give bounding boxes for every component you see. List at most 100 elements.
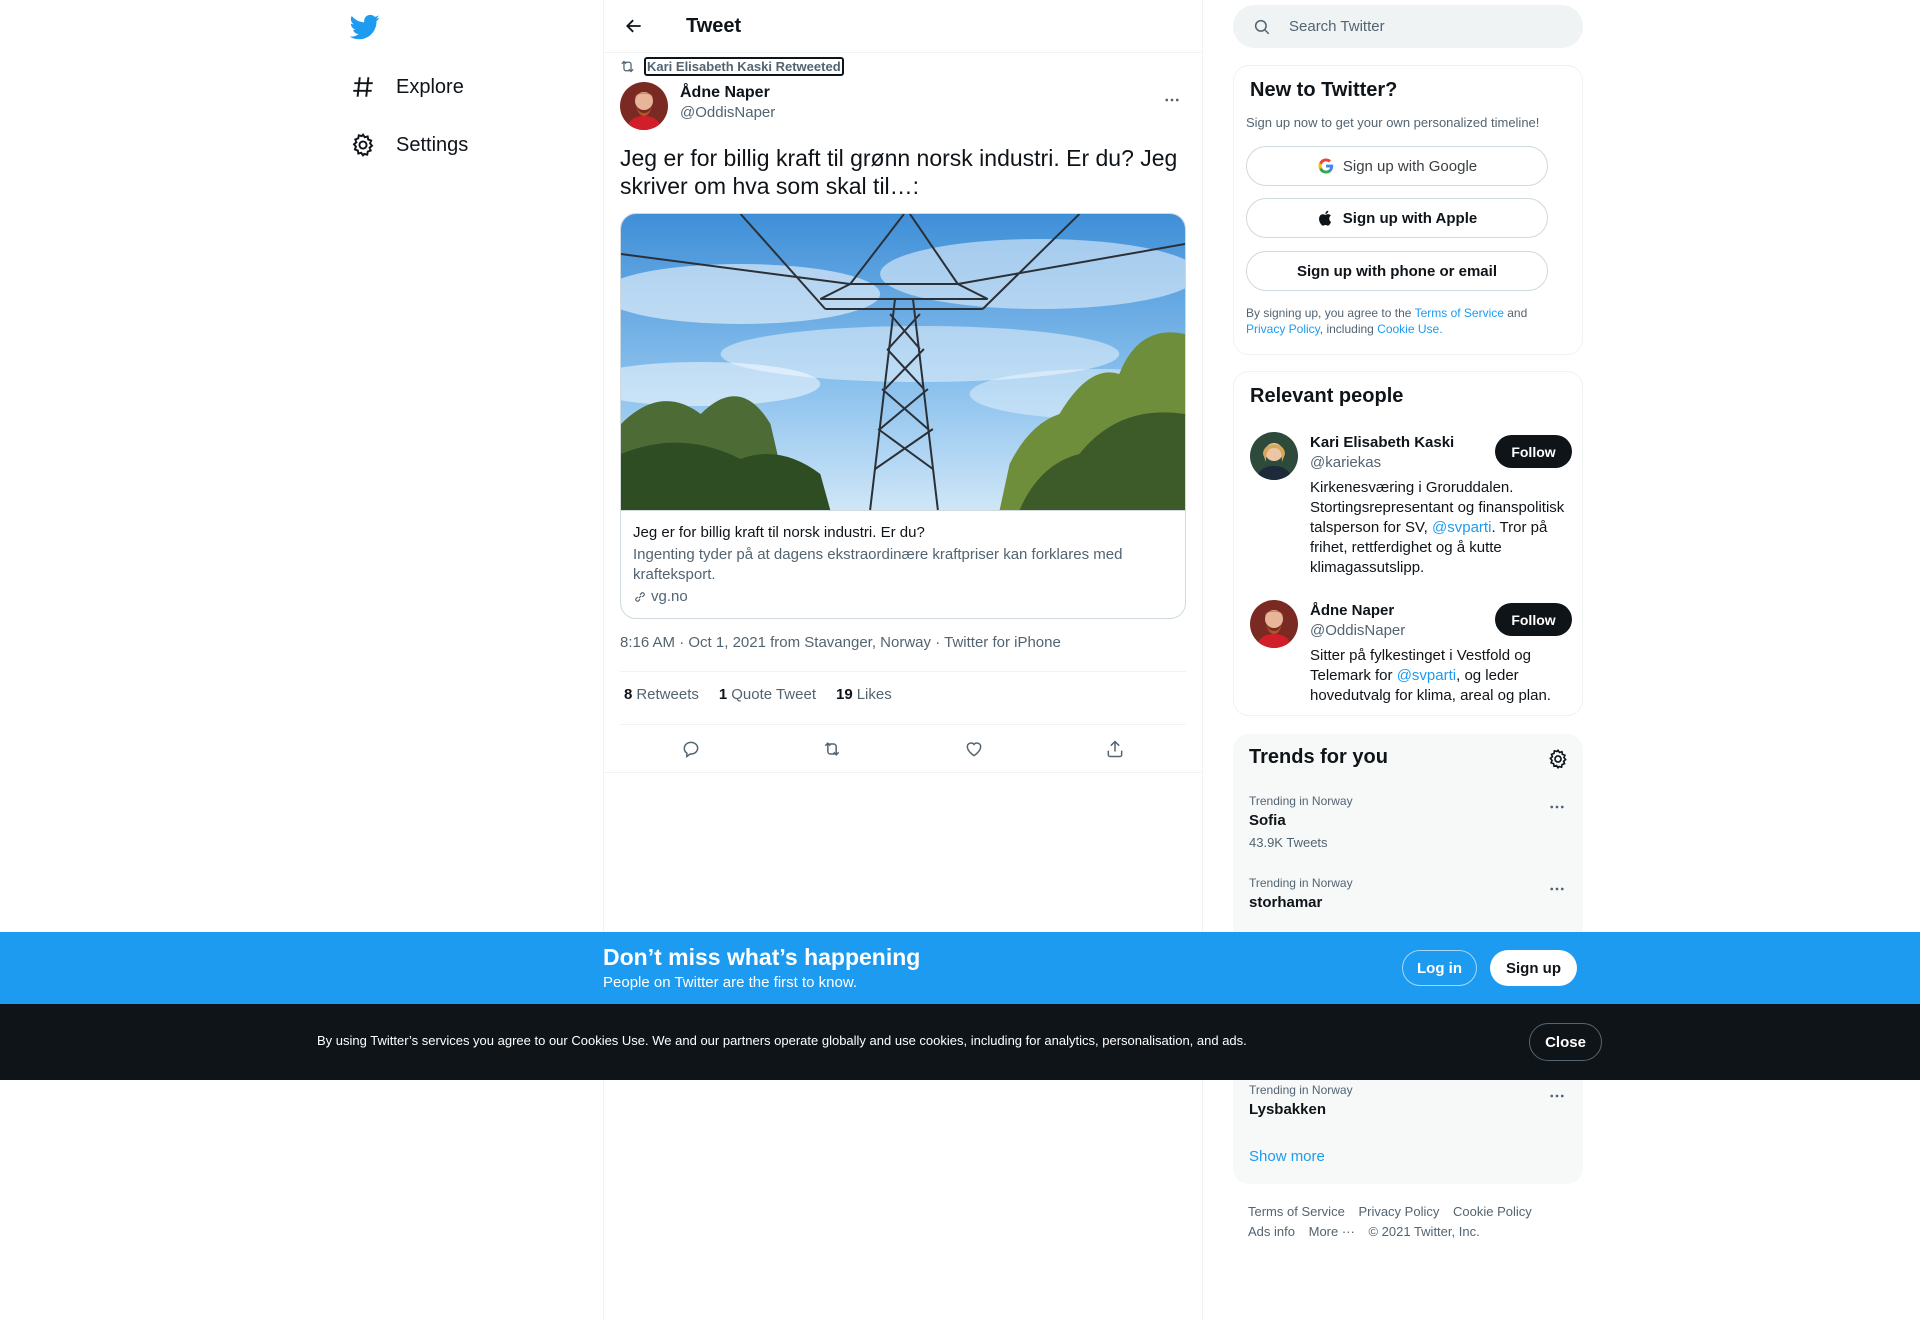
- link-icon: [635, 592, 645, 602]
- tweet-author: Ådne Naper @OddisNaper: [620, 82, 1190, 130]
- follow-button[interactable]: Follow: [1495, 603, 1572, 636]
- card-title: Jeg er for billig kraft til norsk indust…: [633, 524, 925, 541]
- link-card[interactable]: Jeg er for billig kraft til norsk indust…: [620, 213, 1186, 619]
- follow-button[interactable]: Follow: [1495, 435, 1572, 468]
- retweet-icon: [621, 60, 634, 73]
- twitter-logo-icon[interactable]: [349, 12, 380, 42]
- footer-copyright: © 2021 Twitter, Inc.: [1368, 1224, 1480, 1239]
- tweet-source[interactable]: Twitter for iPhone: [944, 634, 1061, 651]
- signup-google-label: Sign up with Google: [1342, 157, 1478, 175]
- cookie-banner-text: By using Twitter’s services you agree to…: [317, 1033, 1247, 1048]
- avatar[interactable]: [1250, 432, 1298, 480]
- likes-stat[interactable]: 19 Likes: [836, 686, 892, 703]
- retweeted-by-link[interactable]: Kari Elisabeth Kaski Retweeted: [644, 57, 844, 76]
- tweet-column: Tweet Kari Elisabeth Kaski Retweeted Ådn…: [603, 0, 1203, 1321]
- page-title: Tweet: [686, 14, 742, 37]
- show-more-link[interactable]: Show more: [1249, 1148, 1325, 1165]
- gear-icon: [1549, 748, 1567, 770]
- trend-context: Trending in Norway: [1249, 1083, 1353, 1097]
- footer-privacy-link[interactable]: Privacy Policy: [1358, 1204, 1439, 1219]
- trend-name: Lysbakken: [1249, 1101, 1326, 1118]
- privacy-link[interactable]: Privacy Policy: [1246, 322, 1320, 336]
- retweets-label: Retweets: [636, 686, 699, 703]
- author-avatar[interactable]: [620, 82, 668, 130]
- trends-title: Trends for you: [1249, 746, 1388, 768]
- signup-apple-button[interactable]: Sign up with Apple: [1246, 198, 1548, 238]
- footer-cookie-link[interactable]: Cookie Policy: [1453, 1204, 1532, 1219]
- likes-label: Likes: [856, 686, 892, 703]
- trend-count: 43.9K Tweets: [1249, 835, 1328, 850]
- legal-text-3: , including: [1319, 322, 1378, 336]
- trend-name: Sofia: [1249, 812, 1286, 829]
- share-button[interactable]: [1097, 731, 1133, 767]
- trend-context: Trending in Norway: [1249, 876, 1353, 890]
- trend-more-button[interactable]: [1545, 879, 1569, 899]
- mention-link[interactable]: @svparti: [1397, 667, 1456, 684]
- more-dots-icon: [1550, 1094, 1564, 1098]
- footer-more-link[interactable]: More ···: [1309, 1224, 1355, 1239]
- search-bar[interactable]: [1233, 5, 1583, 48]
- tweet-location: from Stavanger, Norway: [770, 634, 932, 651]
- quote-tweets-stat[interactable]: 1 Quote Tweet: [719, 686, 816, 703]
- trend-context: Trending in Norway: [1249, 794, 1353, 808]
- gear-icon: [352, 133, 374, 157]
- tweet-more-button[interactable]: [1158, 86, 1186, 114]
- nav-explore[interactable]: Explore: [350, 62, 464, 112]
- reply-button[interactable]: [673, 731, 709, 767]
- like-button[interactable]: [956, 731, 992, 767]
- signup-google-button[interactable]: Sign up with Google: [1246, 146, 1548, 186]
- footer-terms-link[interactable]: Terms of Service: [1248, 1204, 1345, 1219]
- back-button[interactable]: [616, 8, 652, 44]
- author-handle[interactable]: @OddisNaper: [680, 104, 775, 121]
- divider: [620, 724, 1186, 725]
- retweets-stat[interactable]: 8 Retweets: [624, 686, 699, 703]
- trend-item[interactable]: Trending in Norway Sofia 43.9K Tweets: [1249, 793, 1569, 851]
- signup-button[interactable]: Sign up: [1490, 950, 1577, 986]
- search-icon: [1254, 19, 1270, 34]
- google-icon: [1318, 158, 1334, 174]
- arrow-left-icon: [626, 19, 641, 33]
- person-bio: Sitter på fylkestinget i Vestfold og Tel…: [1310, 646, 1568, 706]
- tweet-time[interactable]: 8:16 AM: [620, 634, 675, 651]
- footer-ads-link[interactable]: Ads info: [1248, 1224, 1295, 1239]
- nav-settings[interactable]: Settings: [350, 120, 468, 170]
- trends-settings-button[interactable]: [1547, 748, 1569, 770]
- card-description: Ingenting tyder på at dagens ekstraordin…: [633, 546, 1123, 583]
- signup-banner: Don’t miss what’s happening People on Tw…: [0, 932, 1920, 1004]
- legal-text-2: and: [1503, 306, 1528, 320]
- signup-phone-email-button[interactable]: Sign up with phone or email: [1246, 251, 1548, 291]
- tweet-actions: [620, 733, 1186, 765]
- search-input[interactable]: [1289, 18, 1549, 35]
- cookie-use-link[interactable]: Cookie Use.: [1377, 322, 1442, 336]
- meta-separator: ·: [935, 634, 941, 651]
- relevant-person: Kari Elisabeth Kaski @kariekas Kirkenesv…: [1250, 432, 1572, 582]
- card-domain: vg.no: [633, 587, 1173, 607]
- trend-item[interactable]: Trending in Norway Lysbakken: [1249, 1082, 1569, 1120]
- person-name[interactable]: Ådne Naper: [1310, 602, 1394, 619]
- avatar[interactable]: [1250, 600, 1298, 648]
- person-handle[interactable]: @kariekas: [1310, 454, 1381, 471]
- quotes-count: 1: [718, 686, 728, 703]
- reply-icon: [683, 741, 699, 758]
- new-to-twitter-subtitle: Sign up now to get your own personalized…: [1246, 115, 1540, 130]
- trend-more-button[interactable]: [1545, 1086, 1569, 1106]
- author-name[interactable]: Ådne Naper: [680, 84, 770, 102]
- person-handle[interactable]: @OddisNaper: [1310, 622, 1405, 639]
- trend-item[interactable]: Trending in Norway storhamar: [1249, 875, 1569, 913]
- divider: [604, 772, 1202, 773]
- person-name[interactable]: Kari Elisabeth Kaski: [1310, 434, 1454, 451]
- retweets-count: 8: [624, 686, 633, 703]
- terms-link[interactable]: Terms of Service: [1415, 306, 1504, 320]
- signup-apple-label: Sign up with Apple: [1342, 209, 1478, 227]
- mention-link[interactable]: @svparti: [1432, 519, 1491, 536]
- login-button[interactable]: Log in: [1402, 950, 1477, 986]
- meta-separator: ·: [679, 634, 685, 651]
- nav-settings-label: Settings: [396, 133, 469, 156]
- tweet-date[interactable]: Oct 1, 2021: [688, 634, 766, 651]
- quotes-label: Quote Tweet: [731, 686, 816, 703]
- cookie-close-button[interactable]: Close: [1529, 1023, 1602, 1061]
- signup-phone-label: Sign up with phone or email: [1296, 262, 1497, 280]
- share-icon: [1107, 740, 1123, 758]
- retweet-button[interactable]: [814, 731, 850, 767]
- trend-more-button[interactable]: [1545, 797, 1569, 817]
